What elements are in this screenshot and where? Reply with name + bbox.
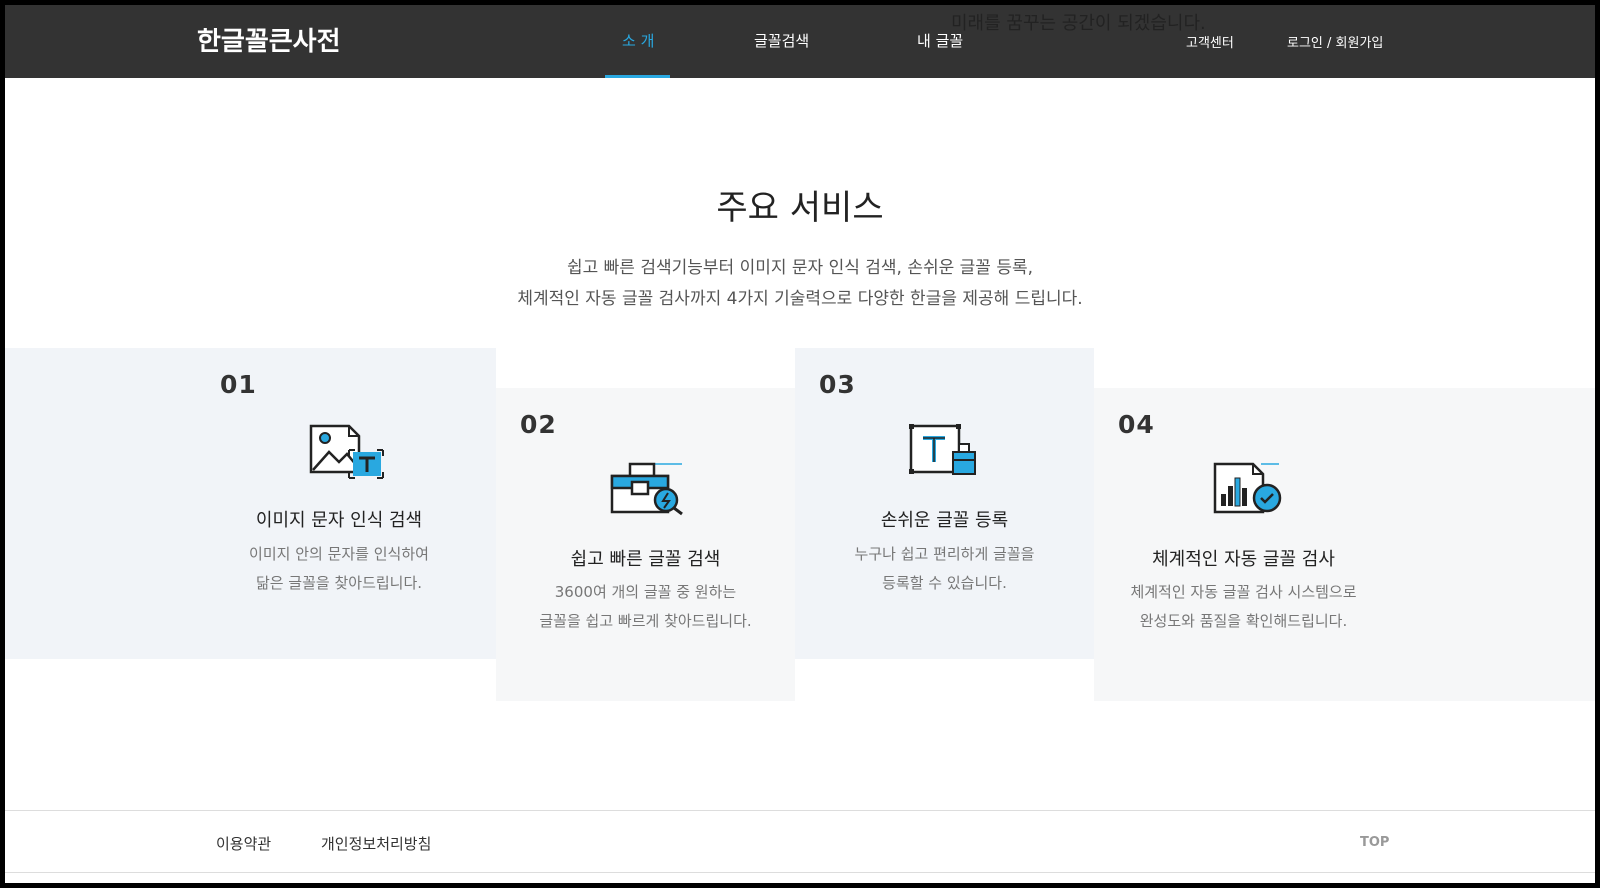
section-desc-line-1: 쉽고 빠른 검색기능부터 이미지 문자 인식 검색, 손쉬운 글꼴 등록, [566, 258, 1034, 278]
customer-center-link[interactable]: 고객센터 [1186, 32, 1234, 51]
scroll-top-button[interactable]: TOP [1360, 835, 1389, 850]
nav-font-search[interactable]: 글꼴검색 [754, 30, 809, 51]
service-description: 체계적인 자동 글꼴 검사 시스템으로 완성도와 품질을 확인해드립니다. [1094, 578, 1393, 636]
footer-divider [5, 810, 1595, 811]
footer-divider [5, 872, 1595, 873]
service-desc-line: 등록할 수 있습니다. [882, 574, 1007, 592]
top-header: 한글꼴큰사전 소 개 글꼴검색 내 글꼴 미래를 꿈꾸는 공간이 되겠습니다. … [5, 5, 1595, 78]
image-text-recognition-icon [309, 424, 385, 484]
service-desc-line: 닮은 글꼴을 찾아드립니다. [255, 574, 423, 592]
auto-inspection-icon [1213, 462, 1285, 520]
privacy-policy-link[interactable]: 개인정보처리방침 [321, 833, 431, 854]
service-description: 이미지 안의 문자를 인식하여 닮은 글꼴을 찾아드립니다. [165, 540, 513, 598]
service-number: 04 [1118, 410, 1155, 439]
fast-search-icon [610, 462, 686, 520]
font-register-icon [909, 424, 979, 484]
service-card-2: 02 쉽고 빠른 글꼴 검색 3600여 개의 글꼴 중 원하는 글꼴을 쉽고 … [496, 388, 795, 701]
service-desc-line: 글꼴을 쉽고 빠르게 찾아드립니다. [539, 612, 752, 630]
service-number: 03 [819, 370, 856, 399]
service-number: 02 [520, 410, 557, 439]
nav-active-indicator [605, 75, 670, 78]
service-number: 01 [220, 370, 257, 399]
site-logo[interactable]: 한글꼴큰사전 [197, 21, 341, 58]
service-title: 손쉬운 글꼴 등록 [880, 510, 1009, 531]
section-desc-line-2: 체계적인 자동 글꼴 검사까지 4가지 기술력으로 다양한 한글을 제공해 드립… [517, 289, 1083, 309]
service-title: 체계적인 자동 글꼴 검사 [1152, 549, 1335, 570]
service-title: 이미지 문자 인식 검색 [255, 510, 423, 531]
overlay-tagline: 미래를 꿈꾸는 공간이 되겠습니다. [951, 13, 1206, 34]
terms-link[interactable]: 이용약관 [216, 833, 271, 854]
service-card-1: 01 이미지 문자 인식 검색 이미지 안의 문자를 인식하여 닮은 글꼴을 찾… [5, 348, 496, 659]
service-description: 3600여 개의 글꼴 중 원하는 글꼴을 쉽고 빠르게 찾아드립니다. [496, 578, 795, 636]
section-title: 주요 서비스 [716, 188, 884, 228]
service-card-4: 04 체계적인 자동 글꼴 검사 체계적인 자동 글꼴 검사 시스템으로 완성도… [1094, 388, 1595, 701]
page: 한글꼴큰사전 소 개 글꼴검색 내 글꼴 미래를 꿈꾸는 공간이 되겠습니다. … [5, 5, 1595, 883]
nav-intro[interactable]: 소 개 [622, 30, 654, 51]
service-card-3: 03 손쉬운 글꼴 등록 누구나 쉽고 편리하게 글꼴을 등록할 수 있습니다. [795, 348, 1094, 659]
service-desc-line: 3600여 개의 글꼴 중 원하는 [554, 583, 737, 601]
section-description: 쉽고 빠른 검색기능부터 이미지 문자 인식 검색, 손쉬운 글꼴 등록, 체계… [5, 253, 1595, 315]
service-desc-line: 완성도와 품질을 확인해드립니다. [1139, 612, 1348, 630]
service-desc-line: 이미지 안의 문자를 인식하여 [249, 545, 429, 563]
service-desc-line: 누구나 쉽고 편리하게 글꼴을 [854, 545, 1035, 563]
service-desc-line: 체계적인 자동 글꼴 검사 시스템으로 [1130, 583, 1357, 601]
login-signup-link[interactable]: 로그인 / 회원가입 [1287, 32, 1383, 51]
service-title: 쉽고 빠른 글꼴 검색 [570, 549, 721, 570]
service-description: 누구나 쉽고 편리하게 글꼴을 등록할 수 있습니다. [795, 540, 1094, 598]
